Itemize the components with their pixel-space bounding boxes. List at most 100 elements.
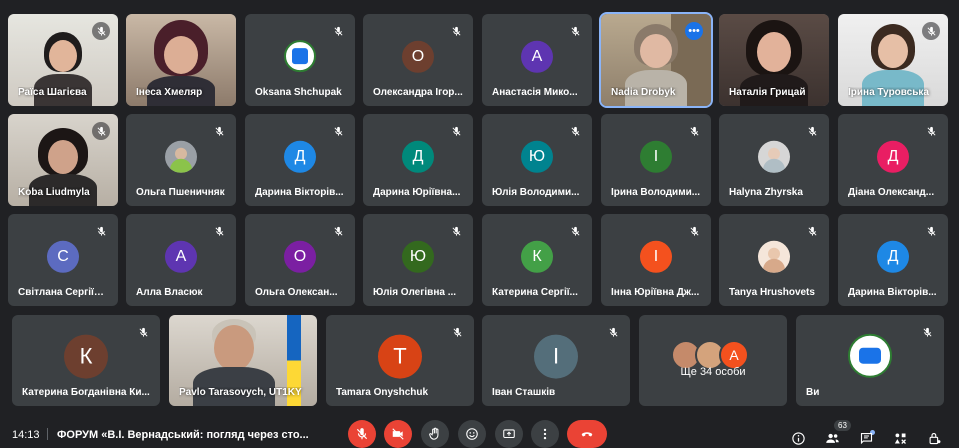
participant-name: Алла Власюк bbox=[136, 287, 203, 298]
participant-name: Інна Юріївна Дж... bbox=[611, 287, 700, 298]
participant-name: Tamara Onyshchuk bbox=[336, 387, 429, 398]
participant-tile[interactable]: К Катерина Сергії... bbox=[482, 214, 592, 306]
avatar: Д bbox=[877, 240, 909, 273]
hand-icon bbox=[429, 427, 439, 440]
participant-tile[interactable]: А Алла Власюк bbox=[126, 214, 236, 306]
camera-off-icon bbox=[392, 428, 404, 440]
present-icon bbox=[503, 429, 515, 439]
host-controls-button[interactable] bbox=[926, 430, 942, 446]
raise-hand-button[interactable] bbox=[421, 420, 449, 448]
participant-tile[interactable]: Наталія Грицай bbox=[719, 14, 829, 106]
avatar: Д bbox=[877, 140, 909, 173]
meeting-controls-bar: 14:13 ФОРУМ «В.І. Вернадський: погляд че… bbox=[0, 418, 959, 448]
chat-button[interactable] bbox=[858, 430, 874, 446]
avatar: К bbox=[521, 240, 553, 273]
mic-toggle-button[interactable] bbox=[348, 420, 376, 448]
avatar: К bbox=[64, 334, 108, 379]
leave-call-button[interactable] bbox=[567, 420, 607, 448]
mic-muted-icon bbox=[92, 222, 110, 240]
avatar: О bbox=[284, 240, 316, 273]
participant-tile[interactable]: Oksana Shchupak bbox=[245, 14, 355, 106]
present-screen-button[interactable] bbox=[495, 420, 523, 448]
participant-name: Дарина Юріївна... bbox=[373, 187, 461, 198]
avatar: А bbox=[521, 40, 553, 73]
meeting-time: 14:13 bbox=[12, 429, 40, 441]
meeting-details-button[interactable] bbox=[790, 430, 806, 446]
more-participants-tile[interactable]: А Ще 34 особи bbox=[639, 315, 787, 406]
participant-name: Дарина Вікторів... bbox=[848, 287, 937, 298]
participant-name: Наталія Грицай bbox=[729, 87, 806, 98]
mic-muted-icon bbox=[566, 122, 584, 140]
people-button[interactable] bbox=[824, 430, 840, 446]
participant-tile[interactable]: Інеса Хмеляр bbox=[126, 14, 236, 106]
mic-muted-icon bbox=[210, 222, 228, 240]
mic-muted-icon bbox=[448, 323, 466, 341]
avatar bbox=[758, 240, 790, 273]
participant-name: Олександра Ігор... bbox=[373, 87, 463, 98]
mic-muted-icon bbox=[134, 323, 152, 341]
mic-muted-icon bbox=[803, 222, 821, 240]
participant-tile[interactable]: Ольга Пшеничняк bbox=[126, 114, 236, 206]
participant-tile[interactable]: Ю Юлія Володими... bbox=[482, 114, 592, 206]
participant-tile[interactable]: ••• Nadia Drobyk bbox=[599, 12, 713, 108]
more-options-icon[interactable]: ••• bbox=[685, 22, 703, 40]
avatar: Д bbox=[402, 140, 434, 173]
participant-name: Ірина Володими... bbox=[611, 187, 701, 198]
participant-name: Раїса Шагієва bbox=[18, 87, 87, 98]
participant-tile[interactable]: І Іван Сташків bbox=[482, 315, 630, 406]
info-icon bbox=[791, 431, 805, 445]
participant-tile[interactable]: І Ірина Володими... bbox=[601, 114, 711, 206]
mic-muted-icon bbox=[210, 122, 228, 140]
participant-tile[interactable]: Раїса Шагієва bbox=[8, 14, 118, 106]
participant-tile[interactable]: Tanya Hrushovets bbox=[719, 214, 829, 306]
participant-tile[interactable]: І Інна Юріївна Дж... bbox=[601, 214, 711, 306]
participant-tile[interactable]: Д Діана Олександ... bbox=[838, 114, 948, 206]
participant-tile[interactable]: Ірина Туровська bbox=[838, 14, 948, 106]
participant-tile[interactable]: Koba Liudmyla bbox=[8, 114, 118, 206]
avatar: Ю bbox=[521, 140, 553, 173]
reactions-button[interactable] bbox=[458, 420, 486, 448]
participant-name: Юлія Олегівна ... bbox=[373, 287, 457, 298]
mic-muted-icon bbox=[329, 122, 347, 140]
participant-name: Ольга Пшеничняк bbox=[136, 187, 225, 198]
avatar: А bbox=[165, 240, 197, 273]
mic-muted-icon bbox=[685, 122, 703, 140]
participant-name: Oksana Shchupak bbox=[255, 87, 342, 98]
participant-tile[interactable]: Д Дарина Вікторів... bbox=[245, 114, 355, 206]
people-icon bbox=[825, 433, 839, 443]
participant-tile[interactable]: Д Дарина Юріївна... bbox=[363, 114, 473, 206]
participant-tile[interactable]: Д Дарина Вікторів... bbox=[838, 214, 948, 306]
mic-muted-icon bbox=[922, 122, 940, 140]
participant-tile[interactable]: О Ольга Олексан... bbox=[245, 214, 355, 306]
participant-tile[interactable]: О Олександра Ігор... bbox=[363, 14, 473, 106]
participant-name: Koba Liudmyla bbox=[18, 187, 90, 198]
participant-tile[interactable]: Т Tamara Onyshchuk bbox=[326, 315, 474, 406]
mic-off-icon bbox=[356, 428, 368, 440]
mic-muted-icon bbox=[92, 122, 110, 140]
activities-icon bbox=[894, 433, 906, 444]
avatar: І bbox=[534, 334, 578, 379]
activities-button[interactable] bbox=[892, 430, 908, 446]
more-options-button[interactable] bbox=[531, 420, 559, 448]
camera-toggle-button[interactable] bbox=[384, 420, 412, 448]
participant-name: Катерина Сергії... bbox=[492, 287, 578, 298]
mic-muted-icon bbox=[447, 222, 465, 240]
participant-name: Катерина Богданівна Ки... bbox=[22, 387, 150, 398]
mic-muted-icon bbox=[922, 22, 940, 40]
hang-up-icon bbox=[581, 432, 593, 437]
participant-tile[interactable]: Pavlo Tarasovych, UT1KY bbox=[169, 315, 317, 406]
participant-tile[interactable]: Ю Юлія Олегівна ... bbox=[363, 214, 473, 306]
participant-name: Юлія Володими... bbox=[492, 187, 580, 198]
participant-tile[interactable]: А Анастасія Мико... bbox=[482, 14, 592, 106]
participant-name: Halyna Zhyrska bbox=[729, 187, 803, 198]
participant-name: Ірина Туровська bbox=[848, 87, 929, 98]
more-vert-icon bbox=[543, 428, 547, 440]
chat-icon bbox=[860, 432, 872, 444]
mic-muted-icon bbox=[447, 122, 465, 140]
participant-name: Анастасія Мико... bbox=[492, 87, 578, 98]
avatar: Д bbox=[284, 140, 316, 173]
self-tile[interactable]: Ви bbox=[796, 315, 944, 406]
participant-tile[interactable]: Halyna Zhyrska bbox=[719, 114, 829, 206]
participant-tile[interactable]: К Катерина Богданівна Ки... bbox=[12, 315, 160, 406]
participant-tile[interactable]: С Світлана Сергіїв... bbox=[8, 214, 118, 306]
